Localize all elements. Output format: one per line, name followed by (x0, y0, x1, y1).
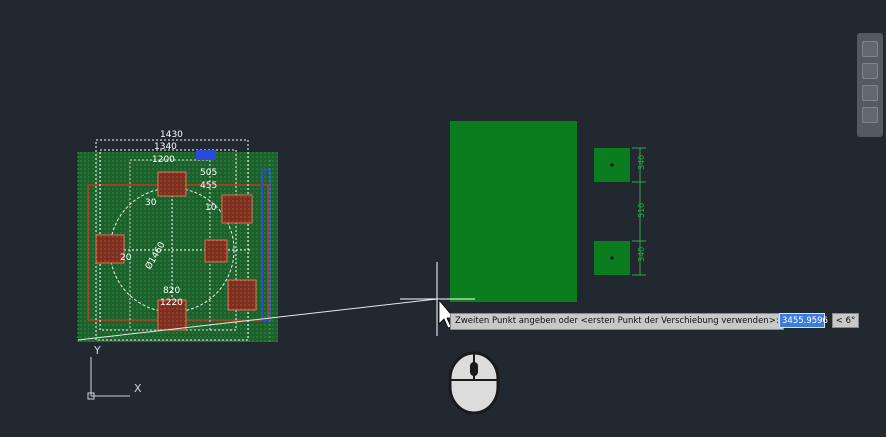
ucs-icon (87, 357, 130, 400)
dim-1340: 1340 (154, 142, 177, 152)
dim-1430: 1430 (160, 130, 183, 140)
navigation-bar-icon[interactable] (857, 33, 883, 137)
green-panel-large (450, 121, 577, 302)
ucs-x-label: X (134, 382, 142, 395)
dim-1220: 1220 (160, 298, 183, 308)
dim-820: 820 (163, 286, 180, 296)
command-prompt-tooltip: Zweiten Punkt angeben oder <ersten Punkt… (450, 313, 784, 330)
right-drawing[interactable]: 340 510 340 (450, 121, 646, 302)
dim-30: 30 (145, 198, 157, 208)
drawing-canvas[interactable]: 1430 1340 1200 505 455 30 10 20 820 1220… (0, 0, 886, 437)
dim-455: 455 (200, 181, 217, 191)
distance-input[interactable]: 3455.9596 (779, 313, 828, 328)
dim-right-340-top: 340 (637, 155, 646, 170)
dim-20: 20 (120, 253, 132, 263)
red-block-right-top (221, 194, 253, 224)
nav-showmotion-button[interactable] (862, 107, 878, 123)
dim-right-340-bottom: 340 (637, 247, 646, 262)
dim-1200: 1200 (152, 155, 175, 165)
model-space[interactable]: 1430 1340 1200 505 455 30 10 20 820 1220… (0, 0, 886, 437)
dim-right-510: 510 (637, 203, 646, 218)
dim-505: 505 (200, 168, 217, 178)
dim-10: 10 (205, 203, 217, 213)
ucs-y-label: Y (93, 344, 101, 357)
nav-zoom-button[interactable] (862, 63, 878, 79)
red-block-top (157, 171, 187, 197)
nav-pan-button[interactable] (862, 41, 878, 57)
red-block-right-bottom (227, 279, 257, 311)
nav-orbit-button[interactable] (862, 85, 878, 101)
angle-readout: < 6° (832, 313, 859, 328)
left-drawing[interactable]: 1430 1340 1200 505 455 30 10 20 820 1220… (77, 130, 278, 342)
mouse-icon (448, 351, 500, 415)
